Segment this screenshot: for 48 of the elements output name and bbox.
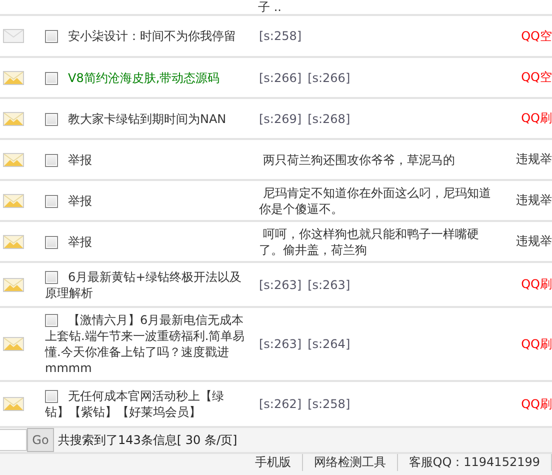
score-label: [s:263] bbox=[259, 336, 302, 352]
score-label: [s:266] bbox=[259, 70, 302, 86]
category-label[interactable]: QQ刷 bbox=[521, 336, 552, 352]
post-title[interactable]: 举报 bbox=[45, 234, 247, 250]
report-text: 呵呵，你这样狗也就只能和鸭子一样嘴硬了。偷井盖，荷兰狗 bbox=[259, 226, 480, 258]
result-summary: 共搜索到了143条信息[ 30 条/页] bbox=[58, 432, 238, 448]
checkbox[interactable] bbox=[45, 30, 58, 43]
post-title[interactable]: 无任何成本官网活动秒上【绿钻】【紫钻】【好莱坞会员】 bbox=[45, 388, 247, 420]
score-label: [s:268] bbox=[308, 110, 350, 126]
post-title[interactable]: 【激情六月】6月最新电信无成本上套钻.端午节来一波重磅福利.简单易懂.今天你准备上钻了吗？速度戳进mmmm bbox=[45, 312, 247, 376]
score-label: [s:262] bbox=[259, 396, 302, 412]
footer-link[interactable]: 手机版 bbox=[244, 454, 303, 471]
checkbox[interactable] bbox=[45, 154, 58, 166]
post-title[interactable]: V8简约沧海皮肤,带动态源码 bbox=[45, 70, 247, 86]
checkbox[interactable] bbox=[45, 314, 58, 327]
category-label[interactable]: 违规举 bbox=[516, 233, 552, 250]
text-fragment: 子 .. bbox=[258, 0, 282, 14]
category-label[interactable]: 违规举 bbox=[516, 151, 552, 168]
category-label[interactable]: QQ刷 bbox=[521, 396, 552, 412]
score-label: [s:258] bbox=[308, 396, 350, 412]
score-label: [s:269] bbox=[259, 110, 302, 126]
category-label[interactable]: QQ刷 bbox=[521, 276, 552, 293]
checkbox[interactable] bbox=[45, 270, 58, 284]
category-label[interactable]: QQ空 bbox=[521, 28, 552, 44]
checkbox[interactable] bbox=[45, 194, 58, 208]
page-input[interactable] bbox=[0, 429, 27, 451]
report-text: 尼玛肯定不知道你在外面这么叼，尼玛知道你是个傻逼不。 bbox=[259, 184, 492, 216]
post-title[interactable]: 教大家卡绿钻到期时间为NAN bbox=[45, 110, 247, 126]
checkbox[interactable] bbox=[45, 390, 58, 403]
footer-link[interactable]: 客服QQ：1194152199 bbox=[398, 454, 552, 471]
post-title[interactable]: 举报 bbox=[45, 152, 247, 168]
score-label: [s:263] bbox=[308, 276, 350, 292]
category-label[interactable]: QQ刷 bbox=[521, 110, 552, 127]
footer-link[interactable]: 网络检测工具 bbox=[302, 454, 398, 471]
category-label[interactable]: 违规举 bbox=[516, 192, 552, 209]
checkbox[interactable] bbox=[45, 72, 58, 84]
score-label: [s:263] bbox=[259, 276, 302, 292]
post-title[interactable]: 6月最新黄钻+绿钻终极开法以及原理解析 bbox=[45, 268, 247, 300]
checkbox[interactable] bbox=[45, 112, 58, 126]
report-text: 两只荷兰狗还围攻你爷爷，草泥马的 bbox=[262, 152, 455, 168]
score-label: [s:266] bbox=[308, 70, 350, 86]
go-button[interactable]: Go bbox=[27, 428, 54, 452]
checkbox[interactable] bbox=[45, 236, 58, 248]
score-label: [s:258] bbox=[259, 28, 302, 44]
score-label: [s:264] bbox=[308, 336, 350, 352]
post-title[interactable]: 举报 bbox=[45, 192, 247, 208]
post-title[interactable]: 安小柒设计：时间不为你我停留 bbox=[45, 28, 247, 44]
category-label[interactable]: QQ空 bbox=[521, 69, 552, 86]
